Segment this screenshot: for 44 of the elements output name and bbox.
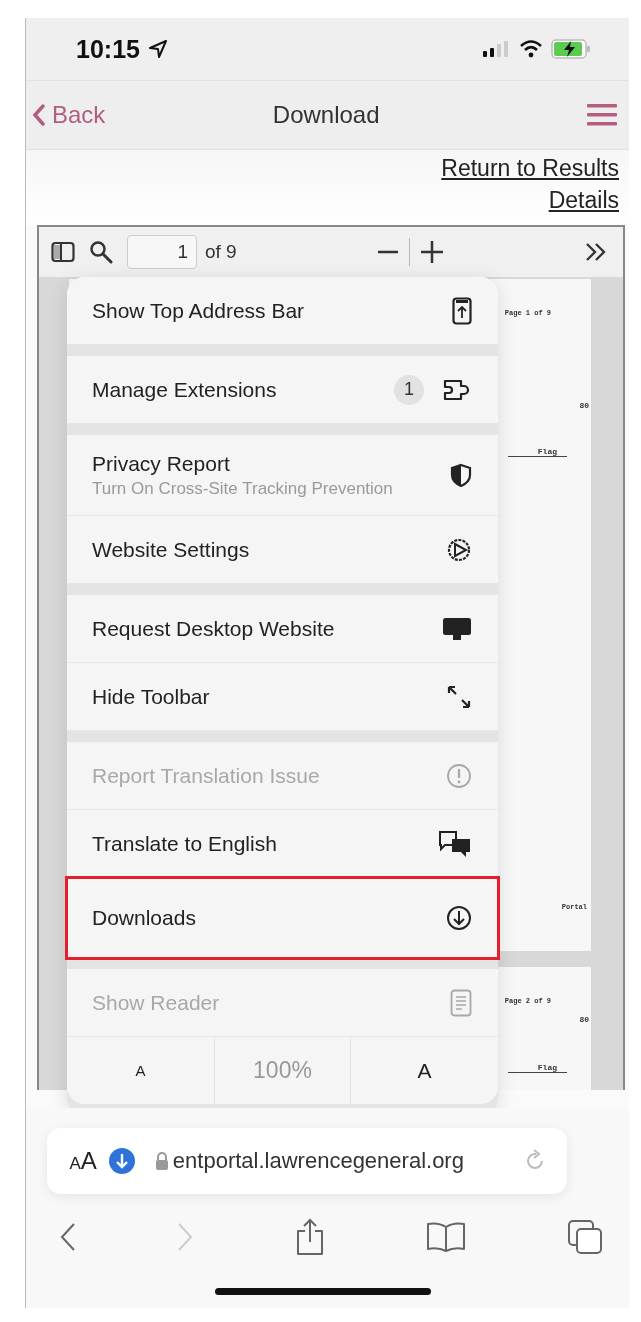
menu-icon[interactable] <box>587 104 617 126</box>
back-button[interactable]: Back <box>32 101 106 129</box>
text-link[interactable]: Return to Results <box>441 152 619 184</box>
phone-arrow-up-icon <box>452 296 472 325</box>
desktop-monitor-icon <box>442 616 472 641</box>
open-book-icon[interactable] <box>426 1221 467 1253</box>
page-number-field[interactable]: 1 <box>127 235 197 269</box>
exclamation-circle-icon <box>446 762 472 789</box>
download-circle-icon <box>446 904 472 931</box>
lock-icon <box>154 1152 169 1170</box>
menu-item-subtitle: Turn On Cross-Site Tracking Prevention <box>92 478 394 499</box>
diagonal-arrows-icon <box>446 683 472 710</box>
settings-icon <box>446 536 472 563</box>
search-icon[interactable] <box>89 240 113 264</box>
signal-icon <box>483 41 511 57</box>
zoom-in-icon[interactable] <box>420 240 445 264</box>
document-text: Flag <box>507 1063 567 1073</box>
menu-item[interactable]: Downloads <box>67 878 498 958</box>
chevron-left-icon <box>32 104 46 126</box>
puzzle-piece-icon <box>442 377 472 402</box>
text-size-button[interactable]: AA <box>69 1147 97 1175</box>
address-bar[interactable]: AA entportal.lawrencegeneral.org <box>46 1128 567 1194</box>
page-title: Download <box>271 101 381 129</box>
download-badge-icon[interactable] <box>108 1148 135 1174</box>
document-text: Flag <box>507 447 567 457</box>
document-lines-icon <box>450 988 472 1017</box>
translate-bubbles-icon <box>438 829 472 858</box>
menu-item[interactable]: Show Top Address Bar <box>67 277 498 345</box>
shield-icon <box>450 463 472 487</box>
battery-charging-icon <box>551 39 591 59</box>
document-text: 80 <box>579 401 589 410</box>
text-link[interactable]: Details <box>548 184 619 216</box>
double-chevron-icon[interactable] <box>585 242 607 262</box>
tabs-icon[interactable] <box>567 1219 603 1255</box>
status-time: 10:15 <box>76 34 140 64</box>
location-arrow-icon <box>147 39 168 59</box>
url-text: entportal.lawrencegeneral.org <box>172 1148 464 1174</box>
increase-text-size-button[interactable]: A <box>350 1037 498 1104</box>
decrease-text-size-button[interactable]: A <box>67 1037 215 1104</box>
wifi-icon <box>519 40 543 58</box>
page-count: of 9 <box>205 241 237 263</box>
document-text: 80 <box>579 1015 589 1024</box>
sidebar-icon[interactable] <box>51 241 75 263</box>
count-badge: 1 <box>394 374 424 405</box>
